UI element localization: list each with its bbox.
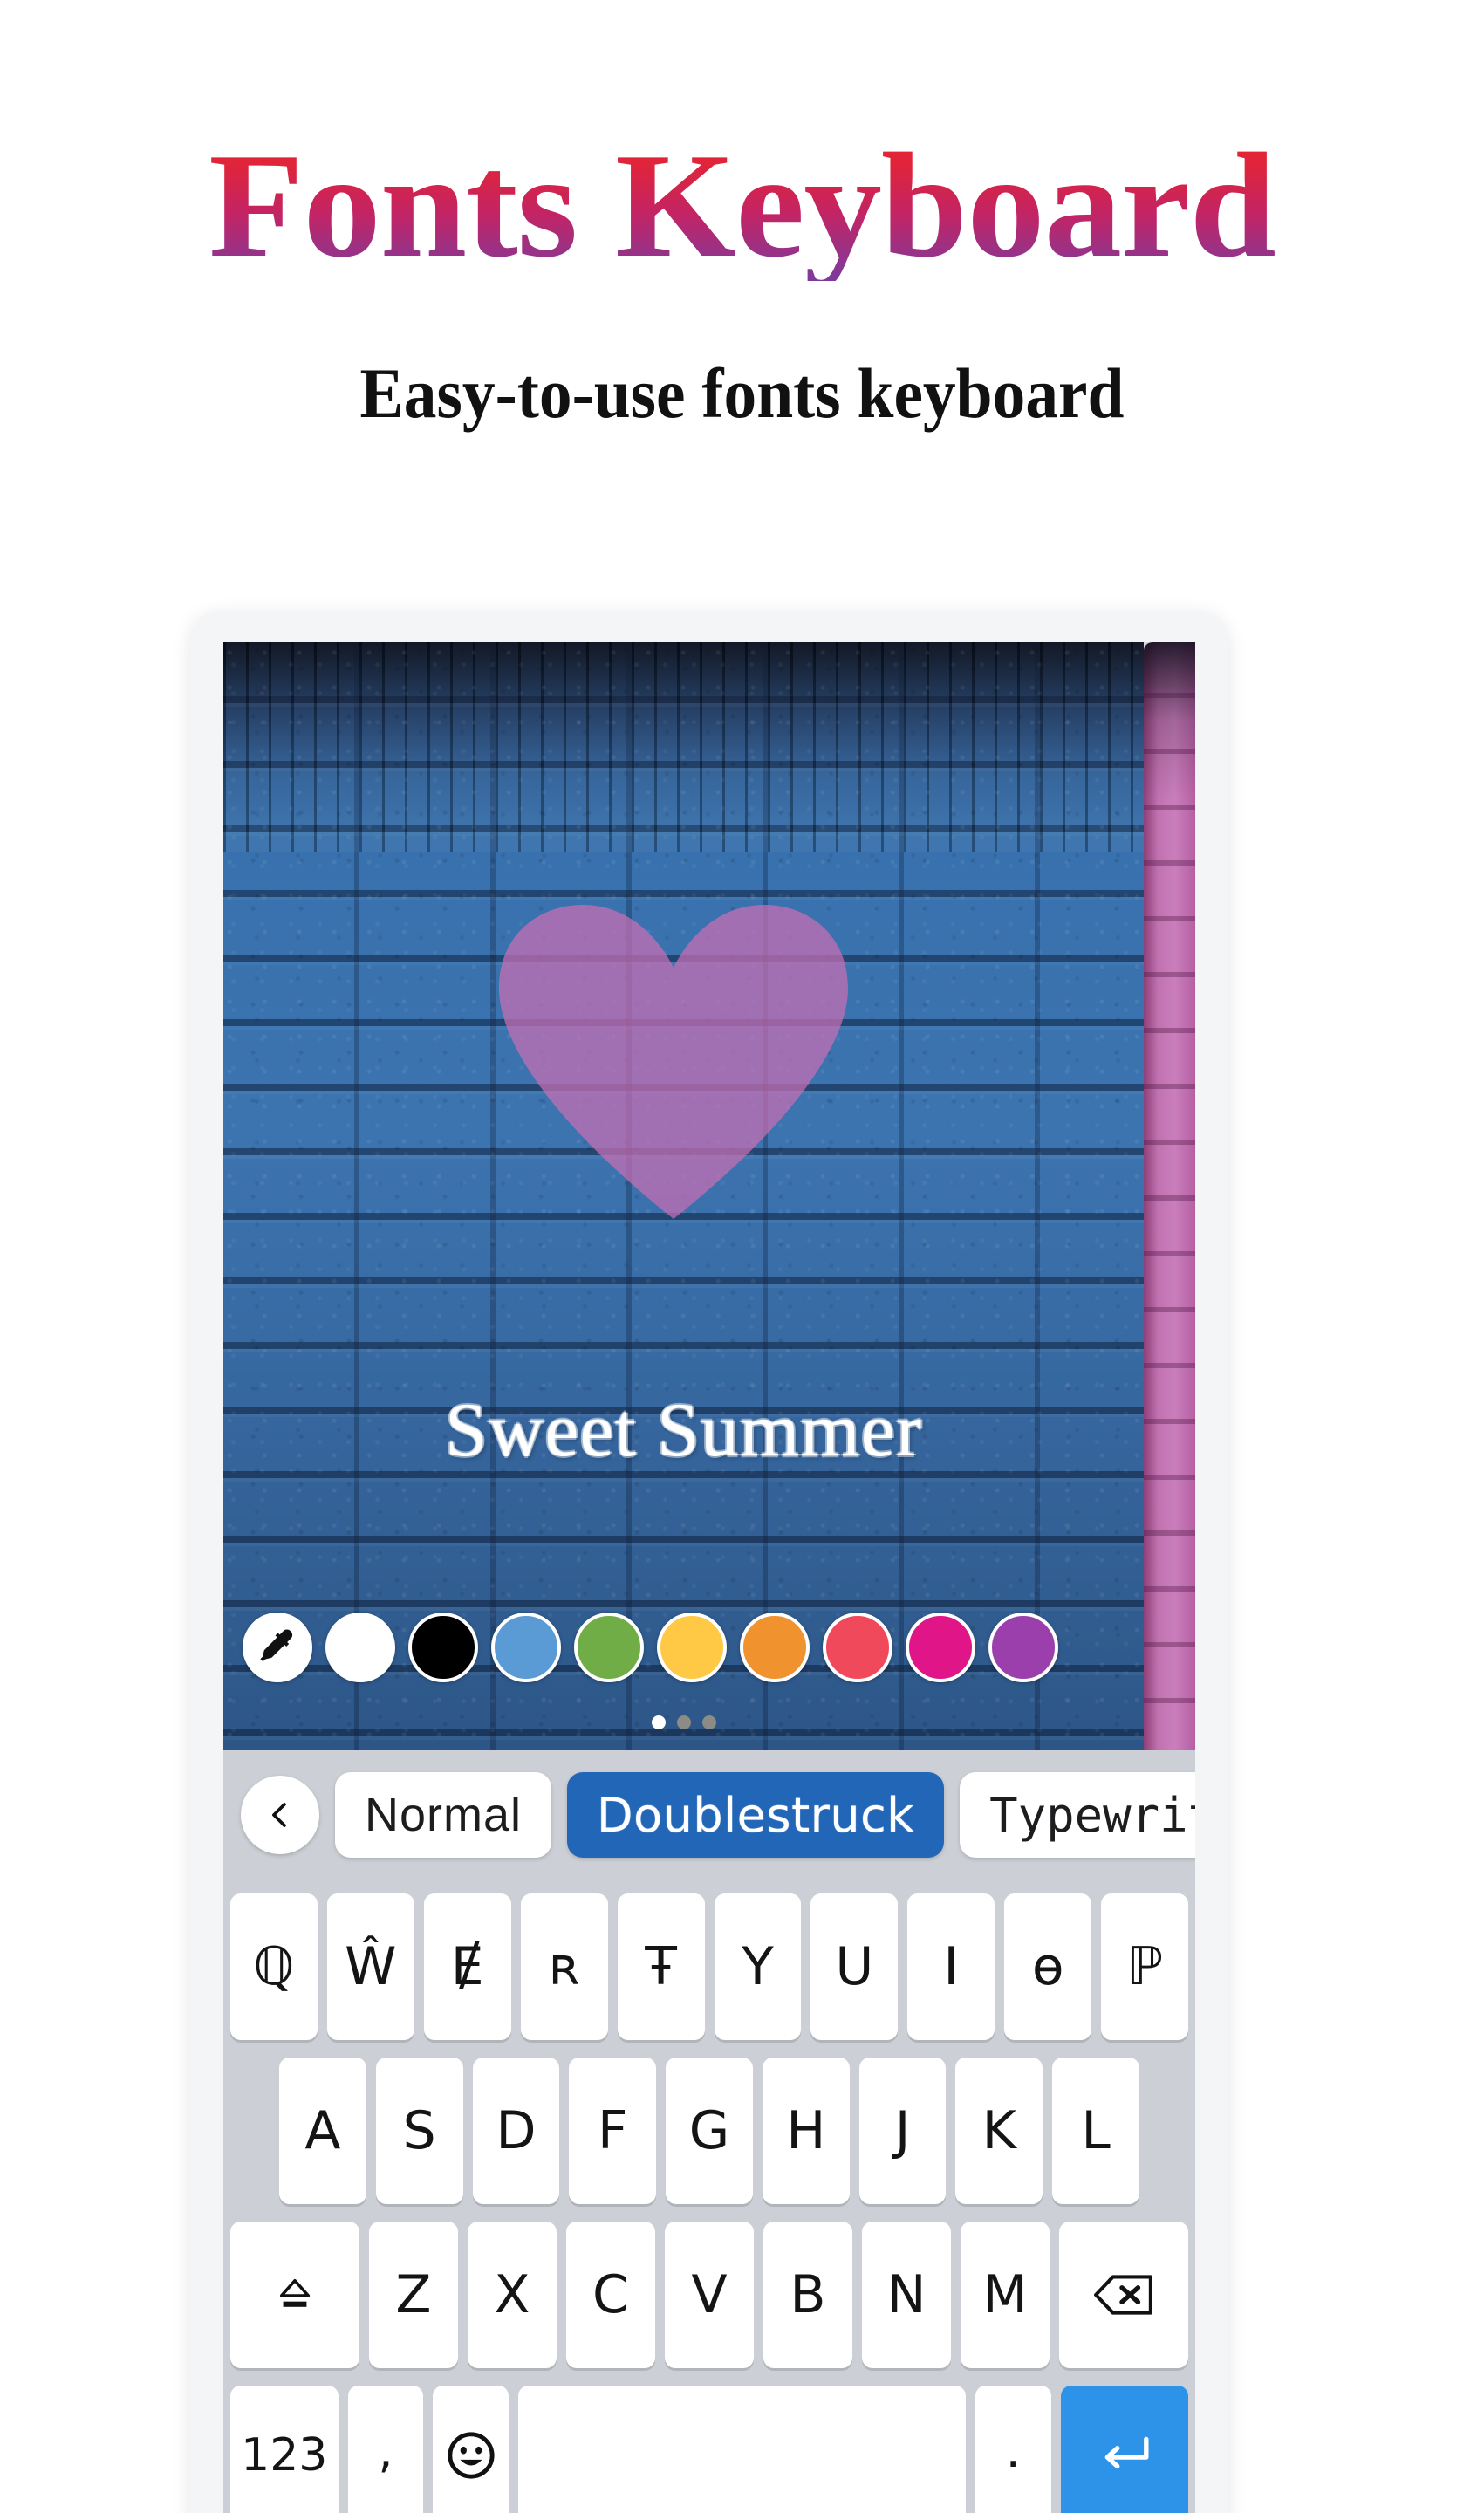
period-key[interactable]: . (975, 2386, 1051, 2513)
phone-screen: Sweet Summer Normal Doublestruck Typewri… (223, 642, 1195, 2513)
page-indicator (223, 1715, 1144, 1729)
shift-key[interactable] (230, 2222, 359, 2368)
sticker-text[interactable]: Sweet Summer (223, 1393, 1144, 1469)
key-o[interactable]: ɵ (1004, 1893, 1092, 2040)
key-v[interactable]: V (664, 2222, 754, 2368)
key-a[interactable]: A (278, 2058, 366, 2204)
font-chip-typewriter[interactable]: Typewriter (960, 1772, 1195, 1858)
eyedropper-icon (260, 1629, 293, 1662)
photo-top-slats (223, 642, 1144, 852)
keyboard-row-1: ℚ Ŵ Ɇ ʀ Ŧ Ү Ս Ӏ ɵ ℙ (229, 1893, 1189, 2040)
page-dot-3[interactable] (701, 1715, 716, 1729)
screenshot-root: Fonts Keyboard Easy-to-use fonts keyboar… (0, 0, 1484, 2513)
phone-mockup: Sweet Summer Normal Doublestruck Typewri… (190, 611, 1228, 2513)
swatch-orange[interactable] (740, 1613, 810, 1682)
key-x[interactable]: X (467, 2222, 557, 2368)
key-u[interactable]: Ս (810, 1893, 899, 2040)
image-editor-canvas[interactable]: Sweet Summer (223, 642, 1195, 1750)
swatch-green[interactable] (574, 1613, 644, 1682)
key-k[interactable]: K (955, 2058, 1043, 2204)
chevron-left-icon (272, 1803, 286, 1827)
key-l[interactable]: L (1052, 2058, 1140, 2204)
page-dot-1[interactable] (651, 1715, 666, 1729)
swatch-yellow[interactable] (657, 1613, 727, 1682)
page-title-block: Fonts Keyboard (0, 131, 1484, 281)
heart-shape (498, 905, 848, 1219)
numbers-key[interactable]: 123 (230, 2386, 339, 2513)
emoji-key[interactable] (433, 2386, 509, 2513)
next-slide-preview[interactable] (1144, 642, 1195, 1750)
space-key[interactable] (518, 2386, 966, 2513)
key-y[interactable]: Ү (714, 1893, 802, 2040)
key-m[interactable]: M (961, 2222, 1050, 2368)
key-t[interactable]: Ŧ (617, 1893, 705, 2040)
swatch-red[interactable] (823, 1613, 892, 1682)
smiley-face-icon (448, 2432, 495, 2479)
page-dot-2[interactable] (676, 1715, 691, 1729)
key-g[interactable]: G (666, 2058, 753, 2204)
key-n[interactable]: N (862, 2222, 952, 2368)
key-r[interactable]: ʀ (520, 1893, 608, 2040)
swatch-black[interactable] (408, 1613, 478, 1682)
keyboard-row-4: 123 , . (230, 2386, 1189, 2513)
font-selector-bar: Normal Doublestruck Typewriter (223, 1750, 1195, 1880)
on-screen-keyboard: ℚ Ŵ Ɇ ʀ Ŧ Ү Ս Ӏ ɵ ℙ A S D F G H J K L Z … (223, 1880, 1195, 2513)
font-chip-doublestruck[interactable]: Doublestruck (567, 1772, 945, 1858)
key-z[interactable]: Z (368, 2222, 458, 2368)
background-photo: Sweet Summer (223, 642, 1144, 1750)
backspace-icon (1094, 2275, 1152, 2315)
comma-key[interactable]: , (347, 2386, 424, 2513)
swatch-magenta[interactable] (906, 1613, 975, 1682)
enter-return-icon (1104, 2436, 1149, 2469)
keyboard-row-3: Z X C V B N M (230, 2222, 1188, 2368)
key-e[interactable]: Ɇ (423, 1893, 511, 2040)
color-picker-button[interactable] (243, 1613, 312, 1682)
key-p[interactable]: ℙ (1101, 1893, 1189, 2040)
swatch-purple[interactable] (988, 1613, 1058, 1682)
back-button[interactable] (241, 1776, 319, 1854)
key-q[interactable]: ℚ (229, 1893, 318, 2040)
key-s[interactable]: S (375, 2058, 463, 2204)
key-b[interactable]: B (763, 2222, 853, 2368)
key-h[interactable]: H (762, 2058, 850, 2204)
backspace-key[interactable] (1059, 2222, 1188, 2368)
key-d[interactable]: D (472, 2058, 560, 2204)
key-w[interactable]: Ŵ (326, 1893, 414, 2040)
color-swatch-row (243, 1613, 1124, 1682)
swatch-white[interactable] (325, 1613, 395, 1682)
page-subtitle-block: Easy-to-use fonts keyboard (0, 358, 1484, 429)
page-subtitle: Easy-to-use fonts keyboard (359, 353, 1125, 433)
keyboard-row-2: A S D F G H J K L (230, 2058, 1188, 2204)
font-chip-normal[interactable]: Normal (335, 1772, 552, 1858)
page-title: Fonts Keyboard (0, 131, 1484, 281)
enter-key[interactable] (1060, 2386, 1189, 2513)
key-f[interactable]: F (569, 2058, 657, 2204)
key-i[interactable]: Ӏ (907, 1893, 995, 2040)
shift-up-icon (279, 2278, 311, 2307)
key-c[interactable]: C (565, 2222, 655, 2368)
swatch-blue[interactable] (491, 1613, 561, 1682)
key-j[interactable]: J (858, 2058, 947, 2204)
